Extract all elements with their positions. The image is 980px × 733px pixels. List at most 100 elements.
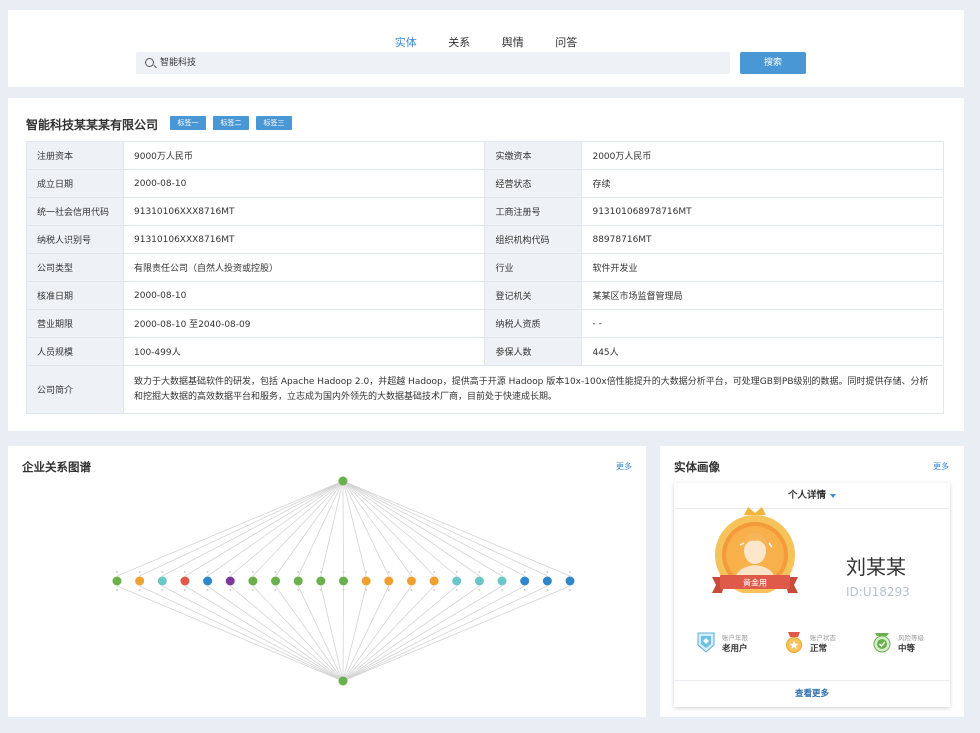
graph-edge	[342, 585, 525, 682]
graph-edge	[342, 480, 503, 577]
graph-node[interactable]	[339, 576, 348, 586]
graph-node[interactable]	[180, 576, 190, 586]
company-info-table: 注册资本 9000万人民币 实缴资本 2000万人民币 成立日期 2000-08-10 经营…	[26, 141, 944, 414]
search-input-value: 智能科技	[160, 58, 197, 68]
account-status-icon	[786, 632, 802, 653]
stat-account-age-label: 账户年限	[722, 634, 748, 642]
risk-level-icon	[873, 633, 891, 653]
graph-edge	[342, 585, 390, 682]
info-key: 核准日期	[26, 281, 124, 310]
portrait-detail-card: 个人详情 黄金用 刘某某 ID:U18293 账户年限 老用户 账户状态 正常 …	[674, 483, 950, 707]
info-key: 登记机关	[484, 281, 583, 310]
info-value: 2000-08-10	[122, 281, 486, 310]
graph-node[interactable]	[384, 576, 394, 586]
graph-edge	[342, 585, 344, 682]
graph-node[interactable]	[497, 576, 507, 586]
info-value: 存续	[581, 169, 944, 198]
tab-relation[interactable]: 关系	[448, 34, 470, 54]
graph-node[interactable]	[361, 576, 371, 586]
portrait-more-link[interactable]: 更多	[933, 461, 949, 472]
search-icon	[145, 58, 154, 67]
graph-edge	[342, 480, 458, 577]
graph-edge-arrow	[251, 571, 254, 573]
tag-1[interactable]: 标签一	[170, 116, 206, 130]
graph-edge-arrow	[274, 571, 277, 573]
graph-edge	[252, 585, 344, 682]
graph-node[interactable]	[157, 576, 167, 586]
info-value: 2000-08-10 至2040-08-09	[122, 309, 486, 338]
graph-edge-arrow	[138, 571, 141, 573]
graph-node[interactable]	[248, 576, 258, 586]
avatar-badge-label: 黄金用	[743, 578, 767, 588]
graph-node[interactable]	[452, 576, 462, 586]
graph-edge	[342, 585, 548, 682]
search-input[interactable]: 智能科技	[136, 52, 730, 74]
info-value: 445人	[581, 337, 944, 366]
graph-edge-arrow	[319, 571, 322, 573]
graph-edge	[342, 480, 548, 577]
stat-account-age-value: 老用户	[722, 644, 748, 654]
graph-node[interactable]	[542, 576, 552, 586]
graph-node[interactable]	[135, 576, 145, 586]
info-value: - -	[581, 309, 944, 338]
graph-edge	[342, 585, 480, 682]
relation-graph[interactable]	[8, 446, 646, 717]
info-value: 100-499人	[122, 337, 486, 366]
info-value: 有限责任公司（自然人投资或控股）	[122, 253, 486, 282]
tag-2[interactable]: 标签二	[213, 116, 249, 130]
info-value: 9000万人民币	[122, 141, 486, 170]
graph-leaf-node[interactable]	[338, 676, 348, 686]
graph-root-node[interactable]	[338, 476, 348, 486]
graph-edge-arrow	[365, 571, 368, 573]
graph-edge	[342, 585, 435, 682]
graph-node[interactable]	[316, 576, 326, 586]
tab-sentiment[interactable]: 舆情	[502, 34, 524, 54]
graph-node[interactable]	[271, 576, 281, 586]
graph-edge	[342, 480, 390, 577]
info-key: 公司简介	[26, 365, 124, 414]
search-panel: 实体 关系 舆情 问答 智能科技 搜索	[8, 10, 964, 87]
graph-node[interactable]	[112, 576, 122, 586]
graph-node[interactable]	[406, 576, 416, 586]
info-row: 公司类型 有限责任公司（自然人投资或控股） 行业 软件开发业	[26, 253, 944, 282]
graph-edge-arrow	[138, 589, 141, 591]
graph-node[interactable]	[203, 576, 213, 586]
graph-edge	[342, 585, 367, 682]
graph-edge-arrow	[116, 571, 118, 573]
graph-edge	[162, 480, 344, 577]
avatar: 黄金用	[712, 507, 798, 593]
graph-edge-arrow	[342, 589, 345, 591]
info-key: 公司类型	[26, 253, 124, 282]
search-button[interactable]: 搜索	[740, 52, 806, 74]
tag-3[interactable]: 标签三	[256, 116, 292, 130]
person-id: ID:U18293	[846, 585, 910, 599]
graph-edge-arrow	[455, 589, 458, 591]
graph-edge	[297, 480, 344, 577]
graph-edge	[252, 480, 344, 577]
company-info-panel: 智能科技某某某有限公司 标签一 标签二 标签三 注册资本 9000万人民币 实缴资本…	[8, 98, 964, 431]
info-row-intro: 公司简介 致力于大数据基础软件的研发，包括 Apache Hadoop 2.0，并…	[26, 365, 944, 414]
graph-node[interactable]	[474, 576, 484, 586]
graph-edge-arrow	[433, 589, 436, 591]
graph-node[interactable]	[225, 576, 235, 586]
graph-edge-arrow	[546, 589, 549, 591]
info-value: 913101068978716MT	[581, 197, 944, 226]
graph-edge	[342, 480, 344, 577]
graph-edge	[342, 585, 503, 682]
graph-edge	[162, 585, 344, 682]
info-key: 经营状态	[484, 169, 583, 198]
view-more-button[interactable]: 查看更多	[674, 680, 950, 707]
graph-node[interactable]	[429, 576, 439, 586]
graph-edge-arrow	[478, 589, 481, 591]
graph-node[interactable]	[565, 576, 575, 586]
graph-node[interactable]	[520, 576, 530, 586]
info-value: 88978716MT	[581, 225, 944, 254]
graph-edge-arrow	[319, 589, 322, 591]
graph-edge-arrow	[546, 571, 549, 573]
graph-node[interactable]	[293, 576, 303, 586]
caret-down-icon	[830, 493, 836, 498]
portrait-title: 实体画像	[674, 460, 720, 474]
info-key: 纳税人识别号	[26, 225, 124, 254]
tab-qa[interactable]: 问答	[555, 34, 577, 54]
graph-edge-arrow	[297, 589, 300, 591]
